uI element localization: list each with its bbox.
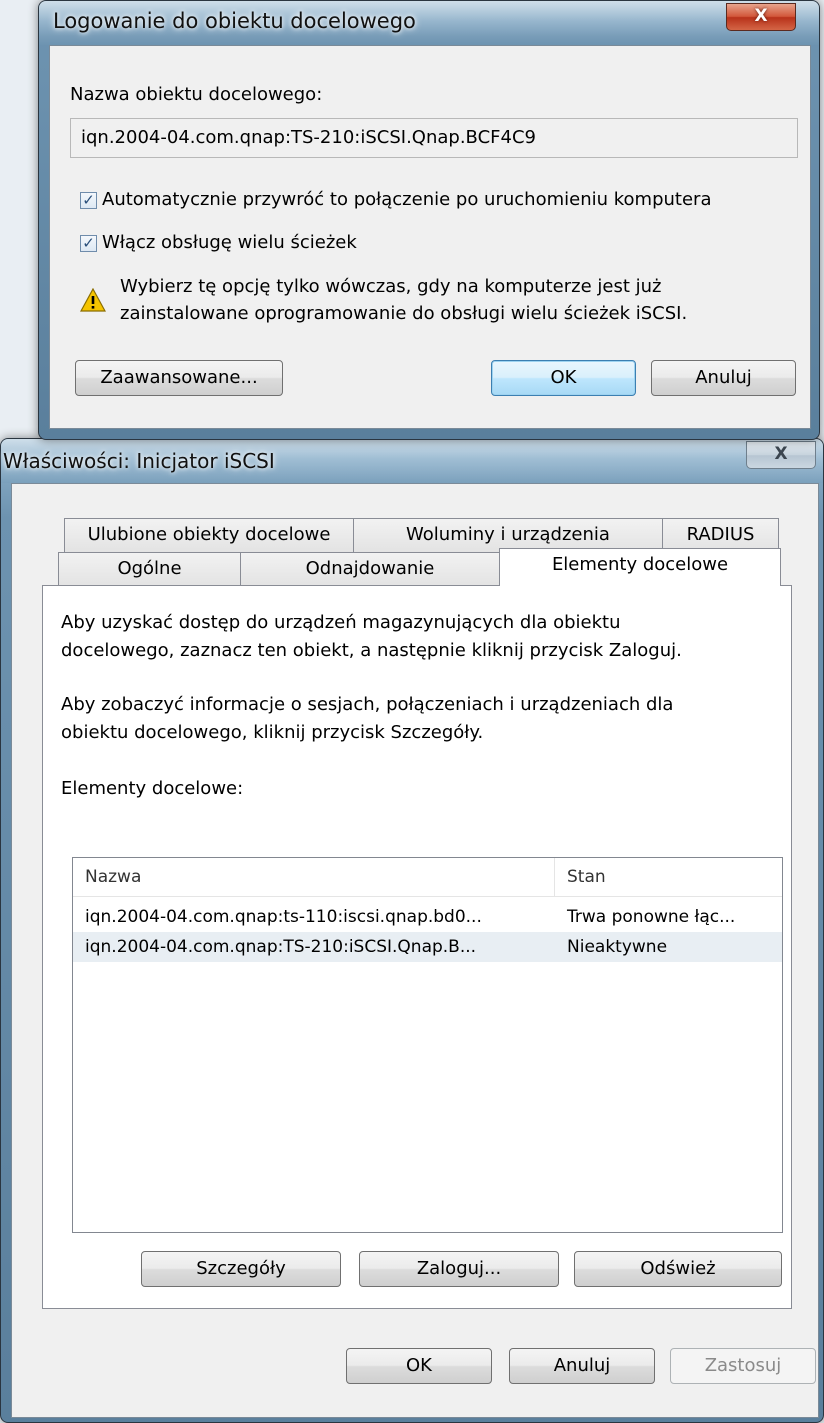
tab-label: Odnajdowanie <box>305 558 435 579</box>
tab-label: Ogólne <box>117 558 182 579</box>
multipath-checkbox[interactable]: ✓ <box>80 235 97 252</box>
warning-icon <box>80 288 106 312</box>
login-cancel-button[interactable]: Anuluj <box>651 360 796 396</box>
tab-discovery[interactable]: Odnajdowanie <box>240 552 500 586</box>
warning-text-line: zainstalowane oprogramowanie do obsługi … <box>120 303 688 324</box>
targets-list-header: Nazwa Stan <box>73 858 782 897</box>
login-client-area: Nazwa obiektu docelowego: iqn.2004-04.co… <box>49 45 811 429</box>
properties-dialog-title: Właściwości: Inicjator iSCSI <box>3 449 275 473</box>
login-close-button[interactable]: X <box>726 3 796 31</box>
target-name-field[interactable]: iqn.2004-04.com.qnap:TS-210:iSCSI.Qnap.B… <box>70 118 798 158</box>
tab-label: RADIUS <box>686 524 755 545</box>
column-header-state[interactable]: Stan <box>555 858 783 896</box>
target-name-label: Nazwa obiektu docelowego: <box>70 84 323 105</box>
table-row[interactable]: iqn.2004-04.com.qnap:TS-210:iSCSI.Qnap.B… <box>73 932 782 962</box>
auto-restore-label[interactable]: Automatycznie przywróć to połączenie po … <box>102 189 711 210</box>
tab-general[interactable]: Ogólne <box>58 552 241 586</box>
targets-tab-panel: Aby uzyskać dostęp do urządzeń magazynuj… <box>42 585 792 1309</box>
row-target-name: iqn.2004-04.com.qnap:TS-210:iSCSI.Qnap.B… <box>85 937 477 957</box>
close-icon: X <box>774 444 788 464</box>
row-target-state: Trwa ponowne łąc... <box>567 907 736 927</box>
properties-close-button[interactable]: X <box>746 441 816 469</box>
targets-list[interactable]: Nazwa Stan iqn.2004-04.com.qnap:ts-110:i… <box>72 857 783 1233</box>
tab-label: Woluminy i urządzenia <box>406 524 610 545</box>
properties-dialog: Właściwości: Inicjator iSCSI X Ulubione … <box>0 438 824 1423</box>
multipath-label[interactable]: Włącz obsługę wielu ścieżek <box>102 232 357 253</box>
info-text-line: Aby uzyskać dostęp do urządzeń magazynuj… <box>61 612 621 633</box>
auto-restore-checkbox[interactable]: ✓ <box>80 192 97 209</box>
info-text-line: Aby zobaczyć informacje o sesjach, połąc… <box>61 694 674 715</box>
row-target-name: iqn.2004-04.com.qnap:ts-110:iscsi.qnap.b… <box>85 907 482 927</box>
info-text-line: obiektu docelowego, kliknij przycisk Szc… <box>61 722 484 743</box>
info-text-line: docelowego, zaznacz ten obiekt, a następ… <box>61 640 682 661</box>
login-dialog-title: Logowanie do obiektu docelowego <box>53 9 416 33</box>
column-header-name[interactable]: Nazwa <box>73 858 555 896</box>
apply-button[interactable]: Zastosuj <box>670 1348 816 1384</box>
refresh-button[interactable]: Odśwież <box>574 1251 782 1287</box>
tab-targets[interactable]: Elementy docelowe <box>499 548 781 586</box>
tab-label: Ulubione obiekty docelowe <box>87 524 331 545</box>
tab-label: Elementy docelowe <box>551 554 729 575</box>
row-target-state: Nieaktywne <box>567 937 668 957</box>
properties-ok-button[interactable]: OK <box>346 1348 492 1384</box>
advanced-button[interactable]: Zaawansowane... <box>75 360 283 396</box>
table-row[interactable]: iqn.2004-04.com.qnap:ts-110:iscsi.qnap.b… <box>73 902 782 932</box>
login-dialog: Logowanie do obiektu docelowego X Nazwa … <box>38 0 820 440</box>
login-ok-button[interactable]: OK <box>491 360 636 396</box>
details-button[interactable]: Szczegóły <box>141 1251 341 1287</box>
tab-radius[interactable]: RADIUS <box>662 518 779 552</box>
login-button[interactable]: Zaloguj... <box>359 1251 559 1287</box>
tab-favorite-targets[interactable]: Ulubione obiekty docelowe <box>64 518 354 552</box>
close-icon: X <box>754 6 768 26</box>
targets-label: Elementy docelowe: <box>61 778 244 799</box>
properties-client-area: Ulubione obiekty docelowe Woluminy i urz… <box>11 483 819 1418</box>
tab-volumes-devices[interactable]: Woluminy i urządzenia <box>353 518 663 552</box>
properties-cancel-button[interactable]: Anuluj <box>509 1348 655 1384</box>
warning-text-line: Wybierz tę opcję tylko wówczas, gdy na k… <box>120 276 662 297</box>
